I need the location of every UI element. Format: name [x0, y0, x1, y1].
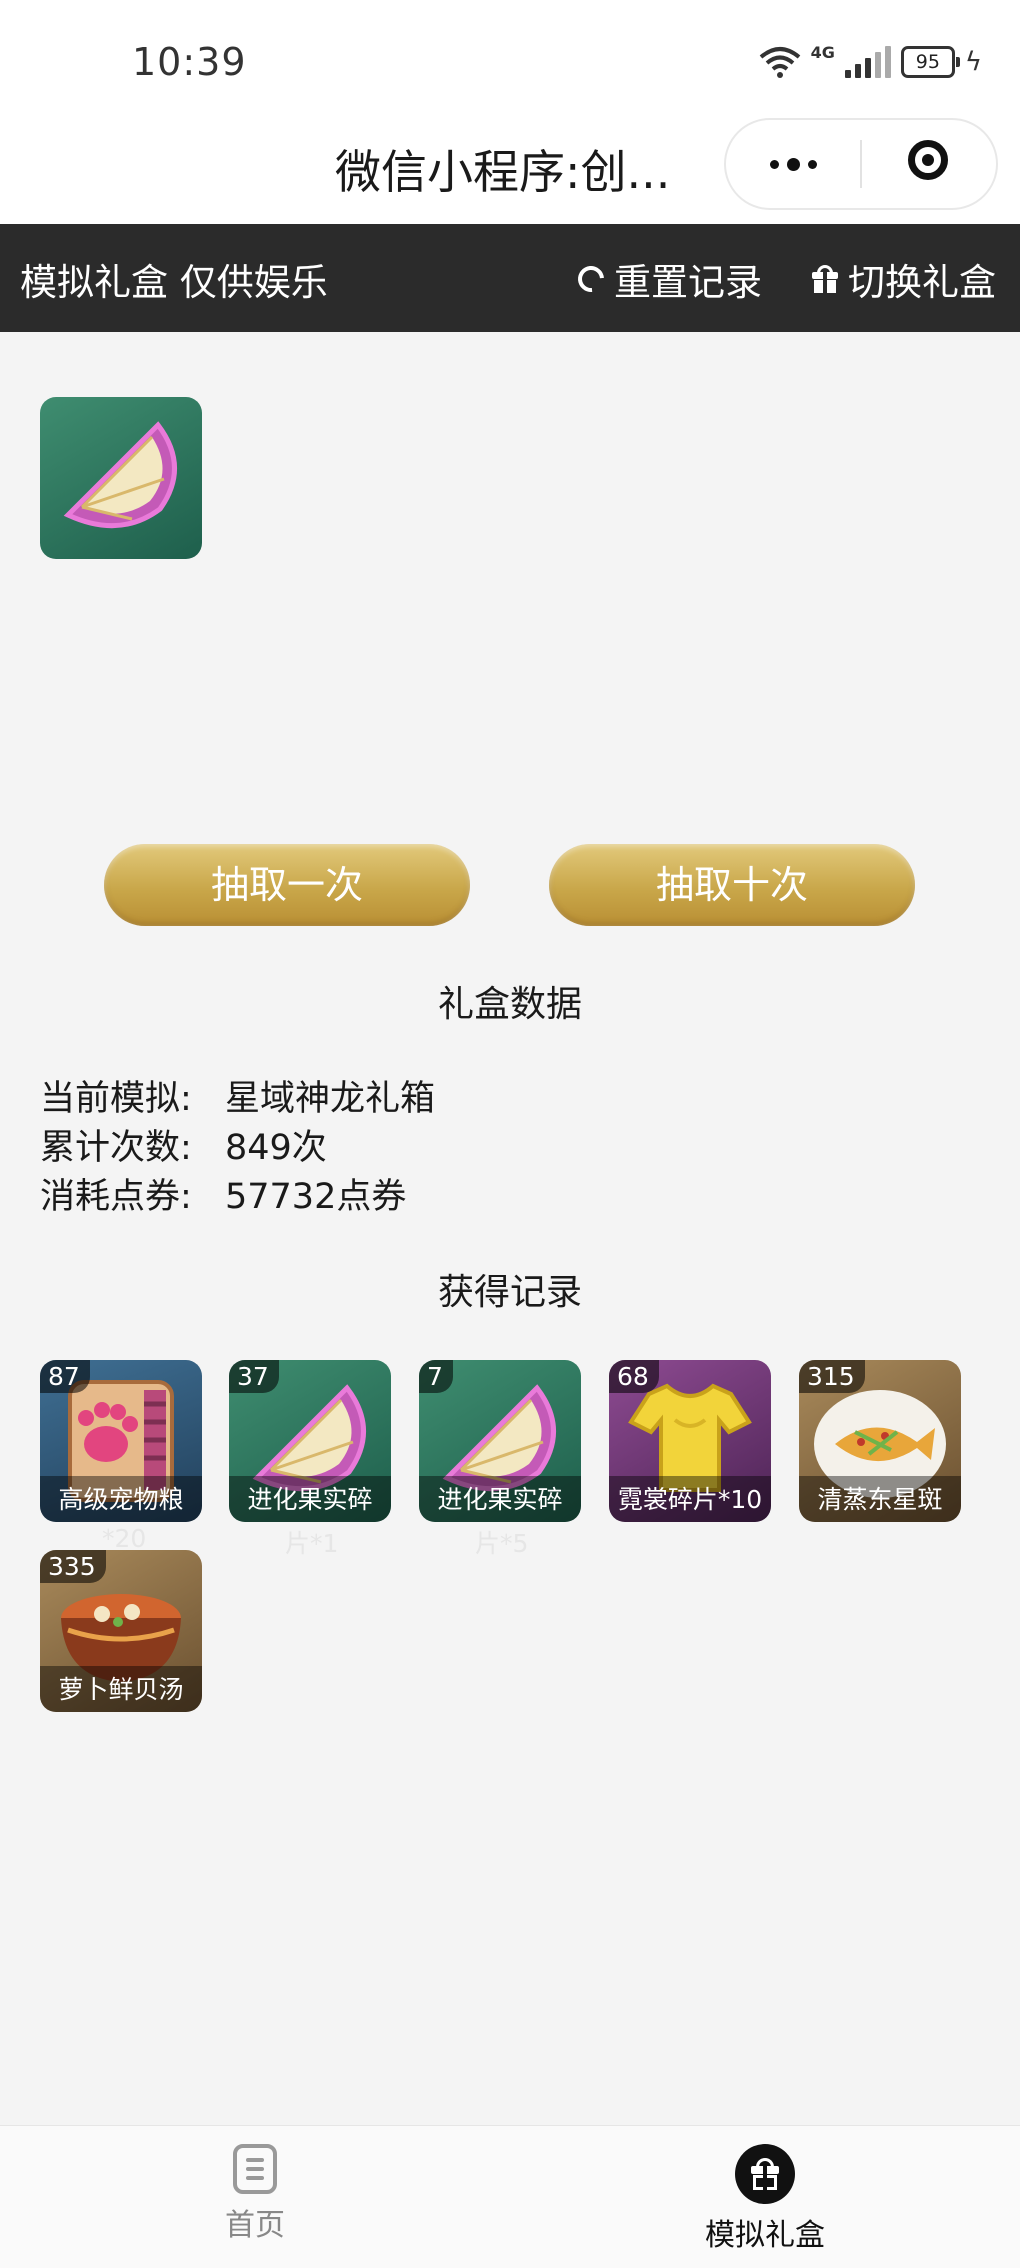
tab-home[interactable]: 首页: [130, 2144, 380, 2244]
record-name: 进化果实碎: [229, 1476, 391, 1522]
switch-gift-label: 切换礼盒: [848, 261, 996, 304]
stat-label: 消耗点券:: [40, 1177, 192, 1217]
reset-records-label: 重置记录: [614, 261, 762, 304]
capsule-menu: [724, 118, 998, 210]
switch-gift-button[interactable]: 切换礼盒: [812, 252, 996, 306]
status-time: 10:39: [132, 40, 247, 84]
home-icon: [233, 2144, 277, 2194]
stats-section-title: 礼盒数据: [437, 984, 582, 1025]
record-name: 高级宠物粮: [40, 1476, 202, 1522]
record-count: 7: [419, 1360, 453, 1393]
wifi-icon: [759, 47, 800, 78]
tab-home-label: 首页: [225, 2208, 285, 2243]
gift-tab-icon: [735, 2144, 795, 2204]
signal-icon: [844, 46, 891, 78]
battery-icon: 95: [900, 46, 960, 78]
toolbar-title: 模拟礼盒 仅供娱乐: [20, 261, 328, 304]
record-count: 68: [609, 1360, 659, 1393]
stat-value: 849次: [225, 1128, 327, 1168]
draw-once-button[interactable]: 抽取一次: [104, 844, 470, 926]
record-count: 315: [799, 1360, 865, 1393]
record-item[interactable]: 315 清蒸东星斑: [799, 1360, 961, 1522]
network-type: 4G: [810, 42, 835, 62]
page-title: 微信小程序:创...: [335, 145, 671, 199]
record-item[interactable]: 68 霓裳碎片*10: [609, 1360, 771, 1522]
refresh-icon: [572, 260, 610, 298]
record-count: 335: [40, 1550, 106, 1583]
gift-icon: [812, 265, 838, 293]
record-item[interactable]: 7 进化果实碎: [419, 1360, 581, 1522]
stat-value: 57732点券: [225, 1177, 407, 1217]
record-name-overflow: 片*5: [475, 1529, 529, 1558]
record-name-overflow: 片*1: [285, 1529, 339, 1558]
stat-value: 星域神龙礼箱: [225, 1079, 436, 1119]
more-options-button[interactable]: [726, 120, 860, 208]
stat-label: 当前模拟:: [40, 1079, 192, 1119]
record-name: 霓裳碎片*10: [609, 1476, 771, 1522]
stat-label: 累计次数:: [40, 1128, 192, 1168]
draw-ten-button[interactable]: 抽取十次: [549, 844, 915, 926]
charging-icon: ϟ: [964, 47, 982, 77]
record-item[interactable]: 37 进化果实碎: [229, 1360, 391, 1522]
record-name-overflow: *20: [102, 1524, 147, 1553]
records-section-title: 获得记录: [437, 1272, 582, 1313]
draw-result-item[interactable]: [40, 397, 202, 559]
record-item[interactable]: 335 萝卜鲜贝汤: [40, 1550, 202, 1712]
bottom-tab-bar: 首页 模拟礼盒: [0, 2125, 1020, 2268]
close-mini-program-icon[interactable]: [908, 140, 948, 180]
record-count: 87: [40, 1360, 90, 1393]
evolution-fruit-shard-icon: [63, 421, 177, 529]
record-count: 37: [229, 1360, 279, 1393]
status-icons: 4G 95 ϟ: [759, 40, 982, 84]
tab-gift-simulator[interactable]: 模拟礼盒: [640, 2144, 890, 2254]
record-name: 进化果实碎: [419, 1476, 581, 1522]
stat-current-gift: 当前模拟: 星域神龙礼箱: [40, 1070, 435, 1121]
tab-gift-label: 模拟礼盒: [705, 2218, 825, 2253]
capsule-divider: [860, 140, 862, 188]
reset-records-button[interactable]: 重置记录: [572, 252, 762, 306]
gift-toolbar: 模拟礼盒 仅供娱乐 重置记录 切换礼盒: [0, 224, 1020, 332]
stat-draw-count: 累计次数: 849次: [40, 1119, 327, 1170]
stat-coupon-cost: 消耗点券: 57732点券: [40, 1168, 406, 1219]
record-name: 清蒸东星斑: [799, 1476, 961, 1522]
status-bar: 10:39 4G 95 ϟ: [0, 0, 1020, 120]
record-name: 萝卜鲜贝汤: [40, 1666, 202, 1712]
record-item[interactable]: 87 高级宠物粮: [40, 1360, 202, 1522]
